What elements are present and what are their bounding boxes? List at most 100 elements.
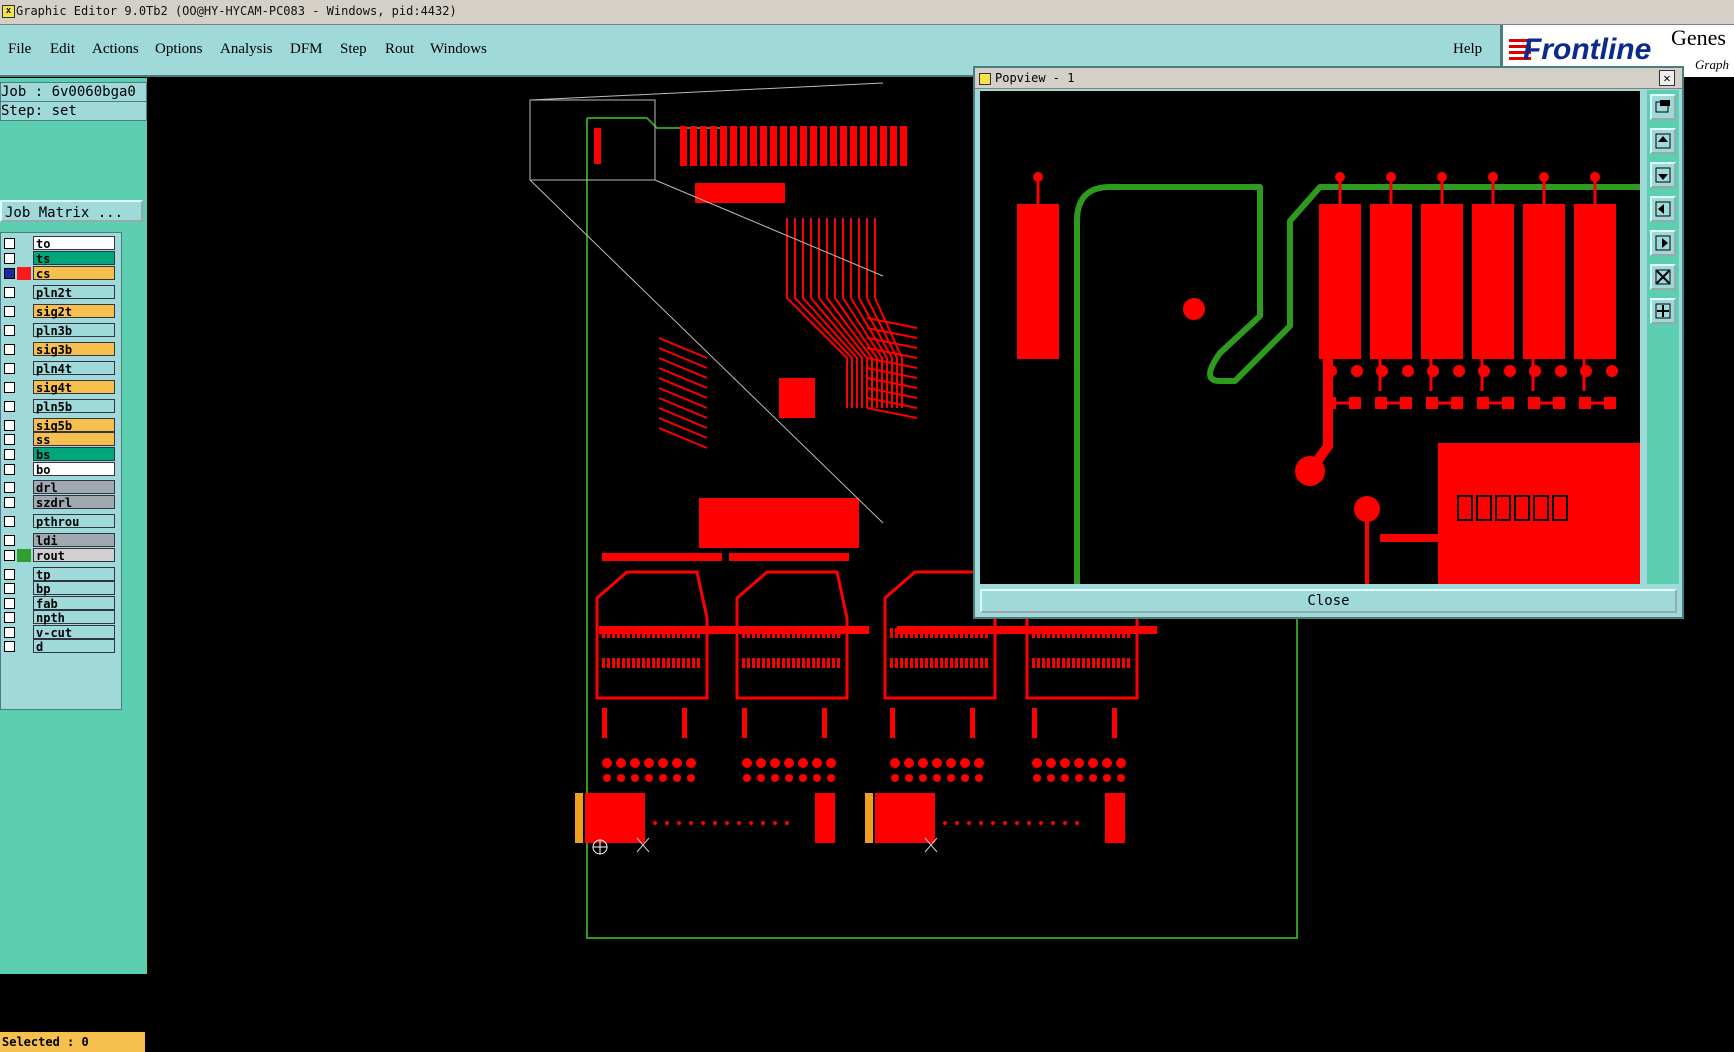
menu-help[interactable]: Help xyxy=(1453,41,1482,58)
layer-checkbox[interactable] xyxy=(4,287,15,298)
layer-row-pthrou[interactable]: pthrou xyxy=(1,514,119,529)
layer-checkbox[interactable] xyxy=(4,449,15,460)
layer-row-d[interactable]: d xyxy=(1,639,119,654)
layer-name[interactable]: ldi xyxy=(33,533,115,548)
layer-name[interactable]: bo xyxy=(33,462,115,477)
layer-row-ldi[interactable]: ldi xyxy=(1,533,119,548)
job-matrix-button[interactable]: Job Matrix ... xyxy=(0,200,143,222)
layer-row-bs[interactable]: bs xyxy=(1,447,119,462)
layer-name[interactable]: v-cut xyxy=(33,625,115,640)
layer-name[interactable]: npth xyxy=(33,610,115,625)
zoom-window-button[interactable] xyxy=(1650,94,1676,120)
layer-name[interactable]: to xyxy=(33,236,115,251)
layer-row-to[interactable]: to xyxy=(1,236,119,251)
pan-up-button[interactable] xyxy=(1650,128,1676,154)
layer-name[interactable]: ts xyxy=(33,251,115,266)
pan-right-button[interactable] xyxy=(1650,230,1676,256)
layer-row-ss[interactable]: ss xyxy=(1,432,119,447)
layer-checkbox[interactable] xyxy=(4,306,15,317)
menu-windows[interactable]: Windows xyxy=(430,41,487,58)
layer-checkbox[interactable] xyxy=(4,420,15,431)
layer-row-bp[interactable]: bp xyxy=(1,581,119,596)
layer-name[interactable]: pln4t xyxy=(33,361,115,376)
layer-row-pln5b[interactable]: pln5b xyxy=(1,399,119,414)
layer-checkbox[interactable] xyxy=(4,598,15,609)
layer-name[interactable]: tp xyxy=(33,567,115,582)
layer-checkbox[interactable] xyxy=(4,550,15,561)
layer-name[interactable]: sig2t xyxy=(33,304,115,319)
layer-name[interactable]: bs xyxy=(33,447,115,462)
layer-name[interactable]: sig3b xyxy=(33,342,115,357)
menu-options[interactable]: Options xyxy=(155,41,203,58)
layer-checkbox[interactable] xyxy=(4,253,15,264)
layer-row-sig3b[interactable]: sig3b xyxy=(1,342,119,357)
layer-row-rout[interactable]: rout xyxy=(1,548,119,563)
layer-checkbox[interactable] xyxy=(4,627,15,638)
layer-checkbox[interactable] xyxy=(4,641,15,652)
layer-checkbox[interactable] xyxy=(4,363,15,374)
menu-file[interactable]: File xyxy=(8,41,31,58)
layer-name[interactable]: sig5b xyxy=(33,418,115,433)
layer-name[interactable]: pln3b xyxy=(33,323,115,338)
layer-row-sig4t[interactable]: sig4t xyxy=(1,380,119,395)
layer-name[interactable]: bp xyxy=(33,581,115,596)
menu-edit[interactable]: Edit xyxy=(50,41,75,58)
layer-checkbox[interactable] xyxy=(4,497,15,508)
layer-name[interactable]: szdrl xyxy=(33,495,115,510)
layer-checkbox[interactable] xyxy=(4,325,15,336)
layer-name[interactable]: fab xyxy=(33,596,115,611)
layer-checkbox[interactable] xyxy=(4,516,15,527)
layer-name[interactable]: drl xyxy=(33,480,115,495)
connector-finger xyxy=(680,126,687,166)
zoom-home-button[interactable] xyxy=(1650,298,1676,324)
zoom-fit-button[interactable] xyxy=(1650,264,1676,290)
menu-dfm[interactable]: DFM xyxy=(290,41,323,58)
layer-row-tp[interactable]: tp xyxy=(1,567,119,582)
layer-name[interactable]: ss xyxy=(33,432,115,447)
layer-checkbox[interactable] xyxy=(4,583,15,594)
layer-checkbox[interactable] xyxy=(4,434,15,445)
layer-row-v-cut[interactable]: v-cut xyxy=(1,625,119,640)
menu-analysis[interactable]: Analysis xyxy=(220,41,273,58)
popview-close-button[interactable]: Close xyxy=(980,589,1677,613)
layer-checkbox[interactable] xyxy=(4,382,15,393)
layer-name[interactable]: cs xyxy=(33,266,115,281)
pan-left-button[interactable] xyxy=(1650,196,1676,222)
smd-pad xyxy=(789,553,793,561)
layer-row-cs[interactable]: cs xyxy=(1,266,119,281)
layer-row-bo[interactable]: bo xyxy=(1,462,119,477)
popview-canvas[interactable] xyxy=(980,91,1640,584)
layer-row-drl[interactable]: drl xyxy=(1,480,119,495)
layer-checkbox[interactable] xyxy=(4,482,15,493)
layer-row-fab[interactable]: fab xyxy=(1,596,119,611)
via xyxy=(686,758,696,768)
menu-step[interactable]: Step xyxy=(340,41,367,58)
layer-checkbox[interactable] xyxy=(4,344,15,355)
layer-row-pln4t[interactable]: pln4t xyxy=(1,361,119,376)
layer-checkbox[interactable] xyxy=(4,238,15,249)
layer-name[interactable]: rout xyxy=(33,548,115,563)
layer-name[interactable]: sig4t xyxy=(33,380,115,395)
layer-row-pln3b[interactable]: pln3b xyxy=(1,323,119,338)
layer-checkbox[interactable] xyxy=(4,612,15,623)
layer-name[interactable]: pln2t xyxy=(33,285,115,300)
menu-rout[interactable]: Rout xyxy=(385,41,414,58)
layer-row-szdrl[interactable]: szdrl xyxy=(1,495,119,510)
layer-row-sig2t[interactable]: sig2t xyxy=(1,304,119,319)
layer-name[interactable]: d xyxy=(33,639,115,654)
layer-name[interactable]: pln5b xyxy=(33,399,115,414)
pan-down-button[interactable] xyxy=(1650,162,1676,188)
layer-row-pln2t[interactable]: pln2t xyxy=(1,285,119,300)
layer-checkbox[interactable] xyxy=(4,401,15,412)
layer-row-ts[interactable]: ts xyxy=(1,251,119,266)
layer-name[interactable]: pthrou xyxy=(33,514,115,529)
layer-checkbox[interactable] xyxy=(4,268,15,279)
via xyxy=(713,821,717,825)
layer-row-sig5b[interactable]: sig5b xyxy=(1,418,119,433)
layer-row-npth[interactable]: npth xyxy=(1,610,119,625)
menu-actions[interactable]: Actions xyxy=(92,41,139,58)
popview-close-icon[interactable]: ✕ xyxy=(1659,70,1675,86)
layer-checkbox[interactable] xyxy=(4,569,15,580)
layer-checkbox[interactable] xyxy=(4,535,15,546)
layer-checkbox[interactable] xyxy=(4,464,15,475)
